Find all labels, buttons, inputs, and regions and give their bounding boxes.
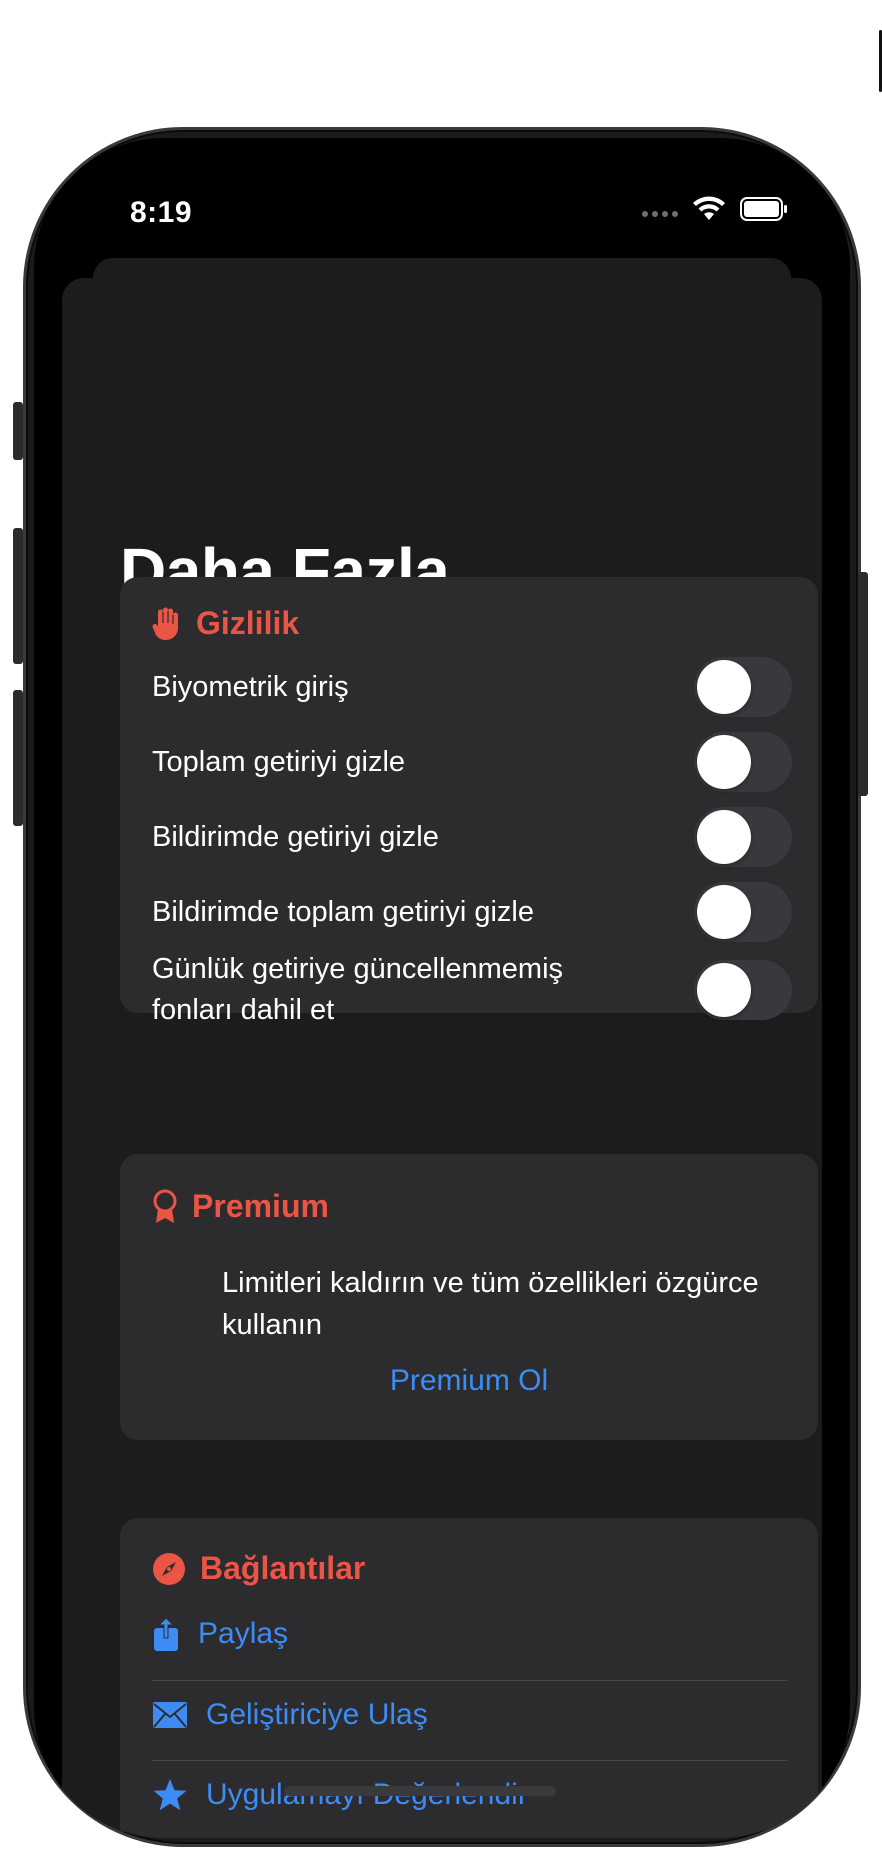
list-divider	[152, 1760, 787, 1761]
power-button	[858, 572, 868, 796]
include-unupdated-funds-toggle[interactable]	[694, 960, 792, 1020]
share-label: Paylaş	[198, 1617, 289, 1650]
modal-sheet: Daha Fazla Gizlilik Biyometrik giriş Top…	[62, 278, 822, 1838]
envelope-icon	[153, 1702, 187, 1728]
toggle-knob	[697, 660, 751, 714]
home-indicator[interactable]	[284, 1786, 556, 1796]
privacy-row-biometric: Biyometrik giriş	[152, 657, 792, 717]
share-link[interactable]: Paylaş	[152, 1616, 792, 1652]
toggle-knob	[697, 735, 751, 789]
cellular-signal-icon	[642, 211, 678, 217]
volume-up-button	[13, 528, 23, 664]
premium-section: Premium Limitleri kaldırın ve tüm özelli…	[120, 1154, 818, 1440]
links-section-title: Bağlantılar	[200, 1550, 366, 1586]
privacy-row-label: Toplam getiriyi gizle	[152, 745, 406, 778]
privacy-section: Gizlilik Biyometrik giriş Toplam getiriy…	[120, 577, 818, 1026]
toggle-knob	[697, 885, 751, 939]
toggle-knob	[697, 963, 751, 1017]
compass-icon	[153, 1552, 185, 1585]
privacy-row-hide-notification-return: Bildirimde getiriyi gizle	[152, 807, 792, 867]
status-icons	[642, 196, 788, 222]
privacy-row-label: Günlük getiriye güncellenmemiş fonları d…	[152, 953, 564, 1026]
go-premium-button[interactable]: Premium Ol	[120, 1364, 818, 1398]
hide-notification-total-toggle[interactable]	[694, 882, 792, 942]
share-icon	[154, 1617, 178, 1651]
privacy-row-label: Bildirimde getiriyi gizle	[152, 820, 439, 853]
status-time: 8:19	[130, 196, 193, 229]
biometric-login-toggle[interactable]	[694, 657, 792, 717]
privacy-row-hide-total: Toplam getiriyi gizle	[152, 732, 792, 792]
privacy-row-include-unupdated: Günlük getiriye güncellenmemiş fonları d…	[152, 949, 792, 1031]
premium-description: Limitleri kaldırın ve tüm özellikleri öz…	[222, 1267, 759, 1341]
contact-developer-label: Geliştiriciye Ulaş	[206, 1698, 428, 1731]
mute-switch	[13, 402, 23, 460]
premium-section-header: Premium	[152, 1188, 329, 1225]
contact-developer-link[interactable]: Geliştiriciye Ulaş	[152, 1698, 792, 1732]
privacy-row-hide-notification-total: Bildirimde toplam getiriyi gizle	[152, 882, 792, 942]
battery-icon	[740, 197, 787, 221]
links-section-header: Bağlantılar	[152, 1550, 365, 1587]
premium-section-title: Premium	[192, 1188, 329, 1224]
volume-down-button	[13, 690, 23, 826]
device-screen: 8:19 Daha Fazla Gizlilik Biyometrik giri…	[34, 138, 850, 1838]
privacy-row-label: Bildirimde toplam getiriyi gizle	[152, 895, 534, 928]
hide-total-return-toggle[interactable]	[694, 732, 792, 792]
star-icon	[153, 1779, 187, 1811]
hand-raised-icon	[152, 607, 178, 640]
privacy-row-label: Biyometrik giriş	[152, 670, 349, 703]
wifi-icon	[693, 196, 725, 220]
toggle-knob	[697, 810, 751, 864]
list-divider	[152, 1680, 787, 1681]
privacy-section-header: Gizlilik	[152, 605, 299, 642]
privacy-section-title: Gizlilik	[196, 605, 300, 641]
hide-notification-return-toggle[interactable]	[694, 807, 792, 867]
rosette-icon	[153, 1189, 177, 1223]
